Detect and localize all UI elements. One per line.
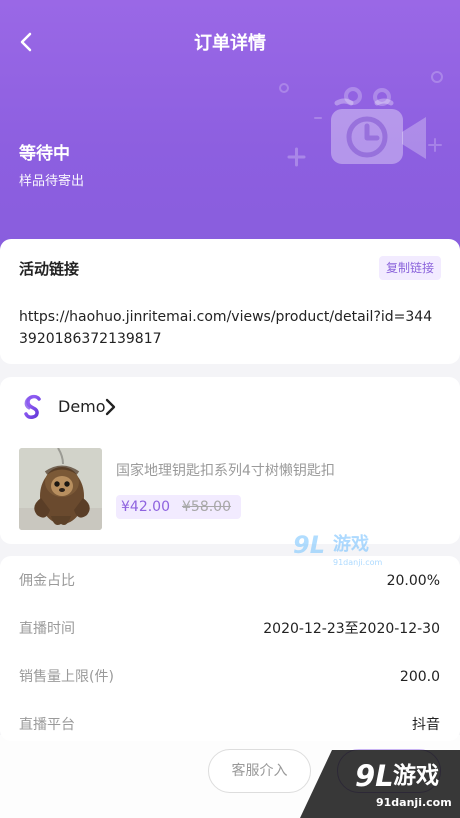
live-time-value: 2020-12-23至2020-12-30	[263, 621, 440, 637]
small-watermark-domain: 91danji.com	[333, 558, 383, 567]
live-time-row: 直播时间 2020-12-23至2020-12-30	[19, 617, 440, 641]
platform-label: 直播平台	[19, 717, 75, 733]
order-info-card: 佣金占比 20.00% 直播时间 2020-12-23至2020-12-30 销…	[0, 556, 460, 741]
original-price: ¥58.00	[182, 499, 231, 515]
large-watermark-symbol: 9L	[355, 759, 394, 793]
small-site-watermark: 9L 游戏 91danji.com	[293, 530, 393, 572]
brand-logo	[24, 394, 41, 419]
activity-link-url[interactable]: https://haohuo.jinritemai.com/views/prod…	[19, 306, 439, 350]
large-watermark-domain: 91danji.com	[376, 796, 452, 809]
order-substatus: 样品待寄出	[19, 174, 85, 189]
copy-link-button[interactable]: 复制链接	[378, 256, 441, 280]
product-image[interactable]	[19, 448, 102, 530]
order-status: 等待中	[19, 144, 70, 164]
sales-limit-label: 销售量上限(件)	[19, 669, 114, 685]
price-box: ¥42.00 ¥58.00	[116, 495, 241, 519]
activity-link-card: 活动链接 复制链接 https://haohuo.jinritemai.com/…	[0, 239, 460, 364]
platform-value: 抖音	[412, 717, 440, 733]
commission-label: 佣金占比	[19, 573, 75, 589]
chevron-right-icon[interactable]	[102, 396, 118, 418]
current-price: ¥42.00	[121, 499, 170, 515]
activity-link-title: 活动链接	[19, 260, 80, 278]
small-watermark-name: 游戏	[333, 534, 369, 555]
video-calendar-illustration	[279, 71, 443, 167]
product-card: Demo 国家地理钥匙扣系列4寸树懒钥匙扣 ¥42.00 ¥58.00	[0, 377, 460, 544]
order-detail-screen: 订单详情 等待中 样品待寄出 活动链接 复制链接 https://haohuo.…	[0, 0, 460, 818]
platform-row: 直播平台 抖音	[19, 713, 440, 737]
sloth-keychain-image	[19, 448, 102, 530]
commission-value: 20.00%	[386, 573, 440, 589]
sales-limit-value: 200.0	[399, 669, 440, 685]
small-watermark-symbol: 9L	[293, 531, 325, 559]
sales-limit-row: 销售量上限(件) 200.0	[19, 665, 440, 689]
customer-service-button[interactable]: 客服介入	[208, 749, 311, 793]
brand-name[interactable]: Demo	[58, 396, 106, 418]
live-time-label: 直播时间	[19, 621, 75, 637]
purple-header: 订单详情 等待中 样品待寄出	[0, 0, 460, 270]
large-watermark-name: 游戏	[393, 763, 439, 789]
product-title[interactable]: 国家地理钥匙扣系列4寸树懒钥匙扣	[116, 461, 436, 481]
page-title: 订单详情	[194, 33, 266, 54]
commission-row: 佣金占比 20.00%	[19, 569, 440, 593]
